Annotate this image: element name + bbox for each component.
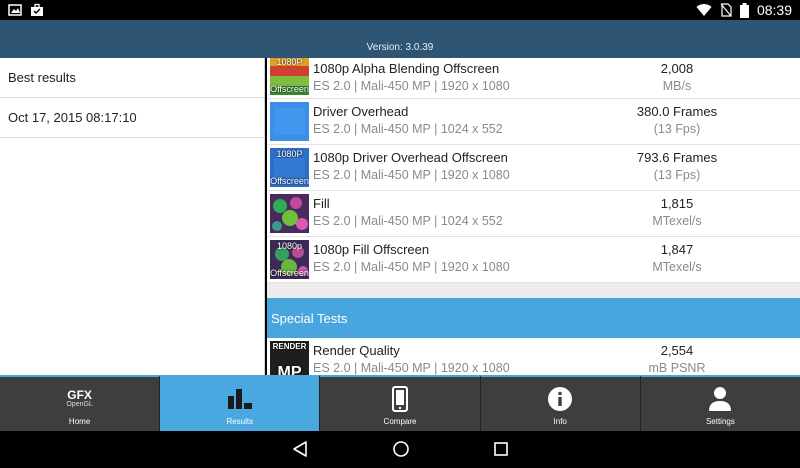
clock: 08:39 — [756, 2, 792, 18]
sidebar-item-session-date[interactable]: Oct 17, 2015 08:17:10 — [0, 98, 264, 138]
system-navigation-bar — [0, 431, 800, 468]
tab-label: Settings — [705, 417, 735, 426]
image-icon — [8, 4, 22, 16]
result-unit: (13 Fps) — [653, 168, 701, 182]
gfx-logo-icon: GFX OpenGL — [66, 388, 93, 408]
tab-label: Results — [226, 417, 254, 426]
result-row-driver-overhead-offscreen[interactable]: 1080P Offscreen 1080p Driver Overhead Of… — [267, 145, 800, 191]
wifi-icon — [696, 4, 712, 17]
result-subtitle: ES 2.0 | Mali-450 MP | 1920 x 1080 — [313, 168, 510, 182]
result-value: 793.6 Frames — [636, 150, 718, 165]
test-thumbnail — [270, 102, 309, 141]
results-list[interactable]: 1080P Offscreen 1080p Alpha Blending Off… — [267, 58, 800, 375]
person-icon — [709, 387, 732, 411]
result-subtitle: ES 2.0 | Mali-450 MP | 1920 x 1080 — [313, 361, 510, 375]
test-thumbnail: 1080p Offscreen — [270, 240, 309, 279]
phone-icon — [392, 386, 408, 412]
result-row-fill[interactable]: Fill ES 2.0 | Mali-450 MP | 1024 x 552 1… — [267, 191, 800, 237]
app-header: Version: 3.0.39 — [0, 20, 800, 58]
sidebar-item-label: Oct 17, 2015 08:17:10 — [8, 110, 137, 125]
result-row-driver-overhead[interactable]: Driver Overhead ES 2.0 | Mali-450 MP | 1… — [267, 99, 800, 145]
sidebar-item-label: Best results — [8, 70, 76, 85]
tab-info[interactable]: Info — [480, 375, 641, 431]
result-value: 2,008 — [660, 61, 694, 76]
tab-results[interactable]: Results — [160, 375, 321, 431]
result-title: 1080p Fill Offscreen — [313, 242, 430, 257]
tab-label: Info — [553, 417, 567, 426]
result-value: 1,847 — [660, 242, 694, 257]
result-subtitle: ES 2.0 | Mali-450 MP | 1920 x 1080 — [313, 260, 510, 274]
results-sidebar: Best results Oct 17, 2015 08:17:10 — [0, 58, 265, 375]
bottom-navigation: GFX OpenGL Home Results Compare Info Set… — [0, 375, 800, 431]
result-unit: MTexel/s — [652, 214, 702, 228]
version-label: Version: 3.0.39 — [366, 42, 434, 53]
info-icon — [548, 387, 573, 411]
briefcase-icon — [31, 3, 43, 16]
result-unit: MTexel/s — [652, 260, 702, 274]
result-row-alpha-blending[interactable]: 1080P Offscreen 1080p Alpha Blending Off… — [267, 58, 800, 99]
tab-home[interactable]: GFX OpenGL Home — [0, 375, 161, 431]
test-thumbnail: RENDER MP — [270, 341, 309, 375]
home-icon[interactable] — [392, 440, 410, 458]
result-subtitle: ES 2.0 | Mali-450 MP | 1024 x 552 — [313, 214, 503, 228]
result-unit: (13 Fps) — [653, 122, 701, 136]
result-title: Render Quality — [313, 343, 400, 358]
tab-settings[interactable]: Settings — [640, 375, 800, 431]
section-spacer — [267, 283, 800, 298]
tab-label: Home — [68, 417, 91, 426]
result-value: 380.0 Frames — [636, 104, 718, 119]
result-value: 2,554 — [660, 343, 694, 358]
test-thumbnail: 1080P Offscreen — [270, 58, 309, 95]
no-sim-icon — [720, 3, 732, 17]
result-title: Driver Overhead — [313, 104, 409, 119]
recents-icon[interactable] — [493, 440, 509, 458]
bar-chart-icon — [227, 389, 252, 409]
result-row-render-quality[interactable]: RENDER MP Render Quality ES 2.0 | Mali-4… — [267, 338, 800, 375]
result-title: 1080p Driver Overhead Offscreen — [313, 150, 508, 165]
result-unit: mB PSNR — [648, 361, 706, 375]
test-thumbnail — [270, 194, 309, 233]
status-bar: 08:39 — [0, 0, 800, 20]
sidebar-item-best-results[interactable]: Best results — [0, 58, 264, 98]
result-title: Fill — [313, 196, 330, 211]
result-unit: MB/s — [662, 79, 692, 93]
battery-icon — [739, 2, 749, 18]
test-thumbnail: 1080P Offscreen — [270, 148, 309, 187]
tab-compare[interactable]: Compare — [320, 375, 481, 431]
result-row-fill-offscreen[interactable]: 1080p Offscreen 1080p Fill Offscreen ES … — [267, 237, 800, 283]
result-title: 1080p Alpha Blending Offscreen — [313, 61, 500, 76]
section-header-special-tests: Special Tests — [267, 298, 800, 338]
tab-label: Compare — [383, 417, 417, 426]
back-icon[interactable] — [292, 440, 308, 458]
result-subtitle: ES 2.0 | Mali-450 MP | 1024 x 552 — [313, 122, 503, 136]
result-subtitle: ES 2.0 | Mali-450 MP | 1920 x 1080 — [313, 79, 510, 93]
result-value: 1,815 — [660, 196, 694, 211]
